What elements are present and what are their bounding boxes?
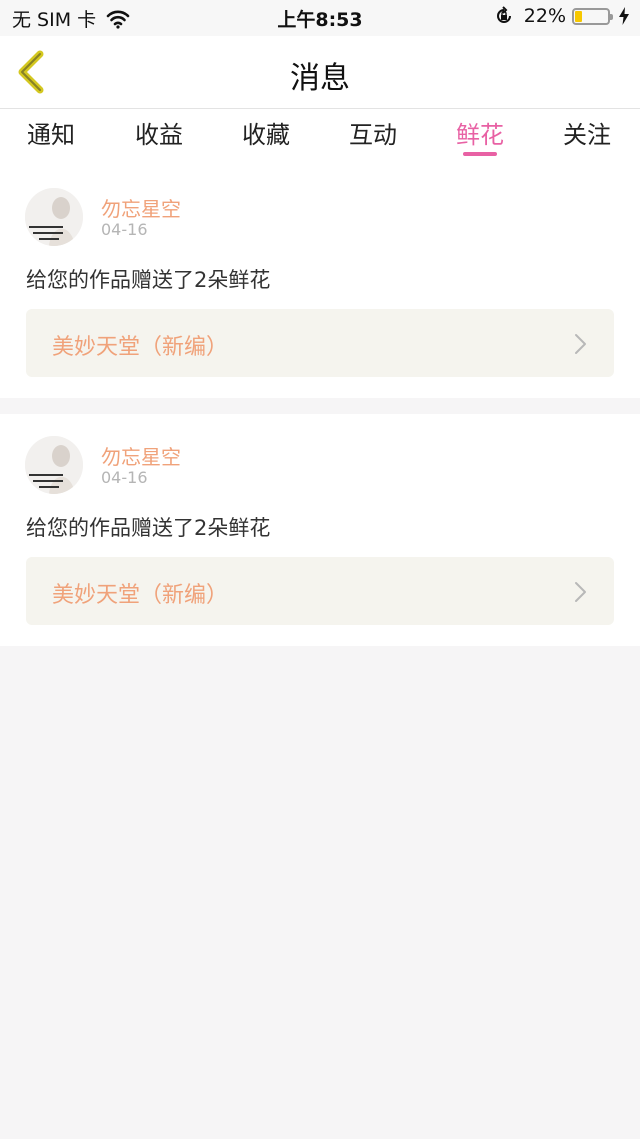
tab-interactions[interactable]: 互动 [333,115,413,150]
message-card: 勿忘星空 04-16 给您的作品赠送了2朵鲜花 美妙天堂（新编） [0,414,640,646]
page-title: 消息 [290,61,350,96]
orientation-lock-icon [496,6,511,23]
message-date: 04-16 [101,220,148,239]
message-text: 给您的作品赠送了2朵鲜花 [26,516,271,540]
avatar-image [25,436,83,494]
charging-bolt-icon [619,7,629,25]
username[interactable]: 勿忘星空 [101,441,181,470]
active-tab-indicator [463,152,497,156]
tab-follow[interactable]: 关注 [547,115,627,150]
chevron-right-icon [575,582,586,602]
tab-bar: 通知 收益 收藏 互动 鲜花 关注 [0,109,640,167]
battery-level [575,10,582,22]
nav-bar: 消息 [0,36,640,109]
avatar-image [25,188,83,246]
tab-earnings[interactable]: 收益 [119,115,199,150]
avatar[interactable] [25,188,83,246]
work-link[interactable]: 美妙天堂（新编） [26,557,614,625]
avatar[interactable] [25,436,83,494]
chevron-right-icon [575,334,586,354]
work-link[interactable]: 美妙天堂（新编） [26,309,614,377]
username[interactable]: 勿忘星空 [101,193,181,222]
tab-favorites[interactable]: 收藏 [226,115,306,150]
battery-percent: 22% [523,5,566,27]
status-bar: 无 SIM 卡 上午8:53 22% [0,0,640,36]
message-date: 04-16 [101,468,148,487]
message-text: 给您的作品赠送了2朵鲜花 [26,268,271,292]
work-title: 美妙天堂（新编） [52,335,229,360]
work-title: 美妙天堂（新编） [52,583,229,608]
battery-icon [572,7,613,25]
tab-flowers[interactable]: 鲜花 [440,115,520,150]
status-right: 22% [494,5,630,27]
battery-tip [610,13,613,20]
message-card: 勿忘星空 04-16 给您的作品赠送了2朵鲜花 美妙天堂（新编） [0,166,640,398]
tab-notifications[interactable]: 通知 [11,115,91,150]
